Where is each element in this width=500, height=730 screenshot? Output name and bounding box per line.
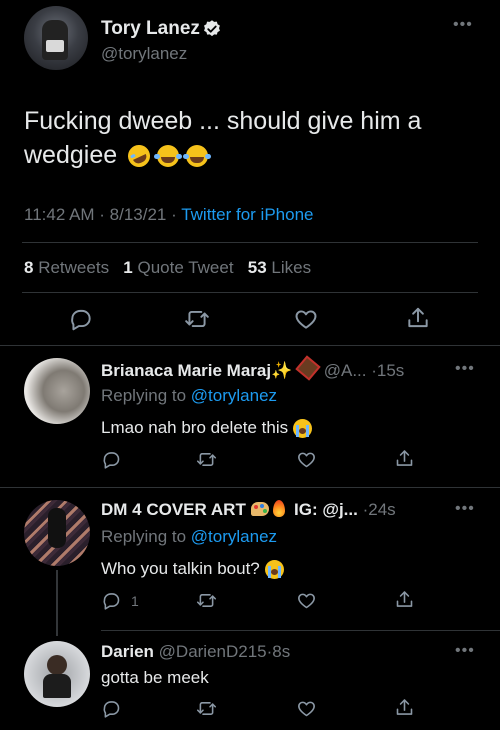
- more-options-icon[interactable]: •••: [455, 360, 475, 378]
- reply-text-content: Who you talkin bout?: [101, 559, 260, 578]
- replying-to: Replying to @torylanez: [101, 386, 277, 406]
- reply-text: gotta be meek: [101, 668, 209, 687]
- tweet-client-link[interactable]: Twitter for iPhone: [181, 205, 313, 224]
- likes-stat[interactable]: 53 Likes: [248, 258, 311, 277]
- verified-badge-icon: [204, 20, 220, 37]
- like-icon[interactable]: [296, 449, 317, 470]
- reply-time: ·15s: [371, 361, 405, 380]
- replying-to-link[interactable]: @torylanez: [191, 386, 277, 405]
- replying-to-link[interactable]: @torylanez: [191, 527, 277, 546]
- like-icon[interactable]: [293, 306, 319, 332]
- tears-of-joy-emoji: [183, 145, 211, 168]
- loudly-crying-emoji: [264, 560, 284, 580]
- reply-avatar[interactable]: [24, 641, 90, 707]
- reply-icon[interactable]: [68, 306, 94, 332]
- tweet-stats: 8 Retweets 1 Quote Tweet 53 Likes: [24, 258, 311, 278]
- more-options-icon[interactable]: •••: [453, 16, 473, 34]
- tweet-timestamp: 11:42 AM · 8/13/21 ·: [24, 205, 182, 224]
- likes-label: Likes: [271, 258, 312, 277]
- chocolate-emoji: [295, 355, 321, 381]
- reply-author-ig[interactable]: IG: @j...: [294, 500, 358, 519]
- tweet-meta: 11:42 AM · 8/13/21 · Twitter for iPhone: [24, 205, 313, 225]
- retweets-stat[interactable]: 8 Retweets: [24, 258, 114, 277]
- rolling-on-floor-laughing-emoji: [124, 141, 154, 172]
- reply-time: ·24s: [362, 500, 396, 519]
- replying-to: Replying to @torylanez: [101, 527, 277, 547]
- tweet-text-content: Fucking dweeb ... should give him a wedg…: [24, 107, 422, 169]
- reply-header: Darien @DarienD215·8s: [101, 642, 290, 662]
- author-handle[interactable]: @torylanez: [101, 44, 187, 64]
- reply-header: Brianaca Marie Maraj✨ @A... ·15s: [101, 355, 405, 381]
- share-icon[interactable]: [394, 589, 415, 610]
- quote-tweets-count: 1: [123, 258, 133, 277]
- retweets-count: 8: [24, 258, 34, 277]
- reply-text-content: Lmao nah bro delete this: [101, 418, 289, 437]
- loudly-crying-emoji: [292, 419, 312, 439]
- tears-of-joy-emoji: [154, 145, 183, 168]
- retweet-icon[interactable]: [196, 590, 217, 611]
- divider: [22, 292, 478, 293]
- reply-author-name[interactable]: Brianaca Marie Maraj: [101, 361, 271, 380]
- reply-avatar[interactable]: [24, 500, 90, 566]
- divider: [0, 345, 500, 346]
- retweet-icon[interactable]: [196, 449, 217, 470]
- like-icon[interactable]: [296, 590, 317, 611]
- author-avatar[interactable]: [24, 6, 88, 70]
- fire-emoji: [273, 500, 286, 517]
- tweet-text: Fucking dweeb ... should give him a wedg…: [24, 104, 464, 172]
- author-name[interactable]: Tory Lanez: [101, 18, 200, 40]
- reply-author-name[interactable]: DM 4 COVER ART: [101, 500, 246, 519]
- retweet-icon[interactable]: [196, 698, 217, 719]
- reply-avatar[interactable]: [24, 358, 90, 424]
- quote-tweets-label: Quote Tweet: [137, 258, 234, 277]
- reply-icon[interactable]: [101, 449, 122, 470]
- more-options-icon[interactable]: •••: [455, 642, 475, 660]
- reply-header: DM 4 COVER ART IG: @j... ·24s: [101, 500, 396, 520]
- artist-palette-emoji: [250, 502, 269, 516]
- reply-author-handle[interactable]: @DarienD215: [159, 642, 267, 661]
- reply-author-handle[interactable]: @A...: [324, 361, 367, 380]
- reply-text: Who you talkin bout?: [101, 559, 284, 580]
- reply-icon[interactable]: [101, 698, 122, 719]
- like-icon[interactable]: [296, 698, 317, 719]
- reply-text: Lmao nah bro delete this: [101, 418, 312, 439]
- reply-author-name[interactable]: Darien: [101, 642, 154, 661]
- reply-time: ·8s: [266, 642, 291, 661]
- replying-to-label: Replying to: [101, 386, 191, 405]
- reply-icon[interactable]: [101, 590, 122, 611]
- more-options-icon[interactable]: •••: [455, 500, 475, 518]
- retweet-icon[interactable]: [184, 306, 210, 332]
- quote-tweets-stat[interactable]: 1 Quote Tweet: [123, 258, 238, 277]
- divider: [0, 487, 500, 488]
- retweets-label: Retweets: [38, 258, 110, 277]
- divider: [22, 242, 478, 243]
- thread-line: [56, 570, 58, 636]
- replying-to-label: Replying to: [101, 527, 191, 546]
- sparkles-emoji: ✨: [271, 361, 293, 380]
- likes-count: 53: [247, 258, 267, 277]
- divider: [101, 630, 500, 631]
- share-icon[interactable]: [394, 697, 415, 718]
- share-icon[interactable]: [405, 305, 431, 331]
- reply-count: 1: [131, 593, 139, 609]
- share-icon[interactable]: [394, 448, 415, 469]
